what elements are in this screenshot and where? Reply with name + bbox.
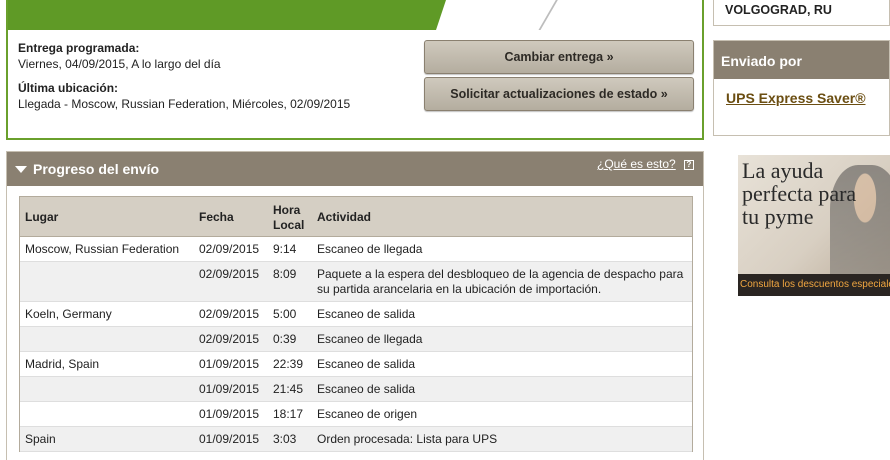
column-time-line2: Local (273, 218, 305, 232)
progress-table: Lugar Fecha Hora Local Actividad Moscow,… (19, 196, 693, 452)
row-location: Koeln, Germany (25, 307, 112, 321)
row-location: Madrid, Spain (25, 357, 100, 371)
table-row: Moscow, Russian Federation 02/09/2015 9:… (20, 237, 692, 262)
column-date: Fecha (199, 210, 234, 224)
row-time: 3:03 (273, 432, 297, 446)
row-date: 01/09/2015 (199, 357, 260, 371)
table-row: Spain 01/09/2015 3:03 Orden procesada: L… (20, 427, 692, 452)
advertisement-banner[interactable]: La ayuda perfecta para tu pyme Consulta … (738, 155, 890, 296)
help-icon[interactable]: ? (684, 160, 694, 170)
delivery-info: Entrega programada: Viernes, 04/09/2015,… (18, 40, 418, 120)
scheduled-delivery-label: Entrega programada: (18, 41, 140, 55)
row-time: 9:14 (273, 242, 297, 256)
table-row: 01/09/2015 18:17 Escaneo de origen (20, 402, 692, 427)
column-location: Lugar (25, 210, 59, 224)
row-time: 5:00 (273, 307, 297, 321)
delivery-status-panel: Entrega programada: Viernes, 04/09/2015,… (6, 0, 704, 140)
shipped-by-title: Enviado por (721, 53, 802, 69)
ad-footer-link[interactable]: Consulta los descuentos especiales (738, 274, 890, 296)
row-date: 02/09/2015 (199, 307, 260, 321)
row-date: 02/09/2015 (199, 242, 260, 256)
change-delivery-button[interactable]: Cambiar entrega » (424, 40, 694, 74)
row-date: 02/09/2015 (199, 332, 260, 346)
service-link[interactable]: UPS Express Saver® (726, 90, 886, 107)
collapse-triangle-icon[interactable] (15, 166, 27, 173)
row-activity: Escaneo de salida (317, 357, 416, 371)
row-date: 02/09/2015 (199, 267, 260, 281)
table-row: 02/09/2015 8:09 Paquete a la espera del … (20, 262, 692, 302)
row-activity: Escaneo de llegada (317, 242, 423, 256)
what-is-this-link[interactable]: ¿Qué es esto? (597, 157, 676, 171)
ad-headline: La ayuda perfecta para tu pyme (742, 158, 857, 229)
table-header: Lugar Fecha Hora Local Actividad (20, 197, 692, 237)
row-date: 01/09/2015 (199, 432, 260, 446)
row-location: Moscow, Russian Federation (25, 242, 180, 256)
row-time: 8:09 (273, 267, 297, 281)
shipped-by-box: Enviado por UPS Express Saver® (713, 40, 890, 136)
shipment-progress-header[interactable]: Progreso del envío ¿Qué es esto? ? (7, 152, 703, 186)
row-time: 22:39 (273, 357, 304, 371)
shipment-progress-panel: Progreso del envío ¿Qué es esto? ? Lugar… (6, 151, 704, 460)
column-time-line1: Hora (273, 203, 301, 217)
scheduled-delivery-value: Viernes, 04/09/2015, A lo largo del día (18, 57, 221, 71)
row-activity: Paquete a la espera del desbloqueo de la… (317, 267, 684, 296)
progress-divider (536, 0, 558, 30)
progress-bar (8, 0, 702, 30)
table-row: 02/09/2015 0:39 Escaneo de llegada (20, 327, 692, 352)
row-date: 01/09/2015 (199, 382, 260, 396)
row-activity: Escaneo de llegada (317, 332, 423, 346)
shipment-progress-title: Progreso del envío (33, 161, 160, 177)
shipped-by-header: Enviado por (714, 41, 889, 79)
row-activity: Orden procesada: Lista para UPS (317, 432, 498, 446)
row-activity: Escaneo de salida (317, 307, 416, 321)
last-location-label: Última ubicación: (18, 81, 119, 95)
destination-box: VOLGOGRAD, RU (713, 0, 890, 26)
table-row: 01/09/2015 21:45 Escaneo de salida (20, 377, 692, 402)
row-time: 0:39 (273, 332, 297, 346)
progress-bar-fill (8, 0, 446, 30)
last-location-value: Llegada - Moscow, Russian Federation, Mi… (18, 97, 351, 111)
row-time: 18:17 (273, 407, 304, 421)
row-activity: Escaneo de origen (317, 407, 418, 421)
row-location: Spain (25, 432, 56, 446)
row-time: 21:45 (273, 382, 304, 396)
table-row: Madrid, Spain 01/09/2015 22:39 Escaneo d… (20, 352, 692, 377)
row-activity: Escaneo de salida (317, 382, 416, 396)
column-activity: Actividad (317, 210, 372, 224)
request-status-updates-button[interactable]: Solicitar actualizaciones de estado » (424, 77, 694, 111)
column-time: Hora Local (273, 203, 304, 233)
row-date: 01/09/2015 (199, 407, 260, 421)
destination-text: VOLGOGRAD, RU (725, 3, 832, 17)
table-row: Koeln, Germany 02/09/2015 5:00 Escaneo d… (20, 302, 692, 327)
